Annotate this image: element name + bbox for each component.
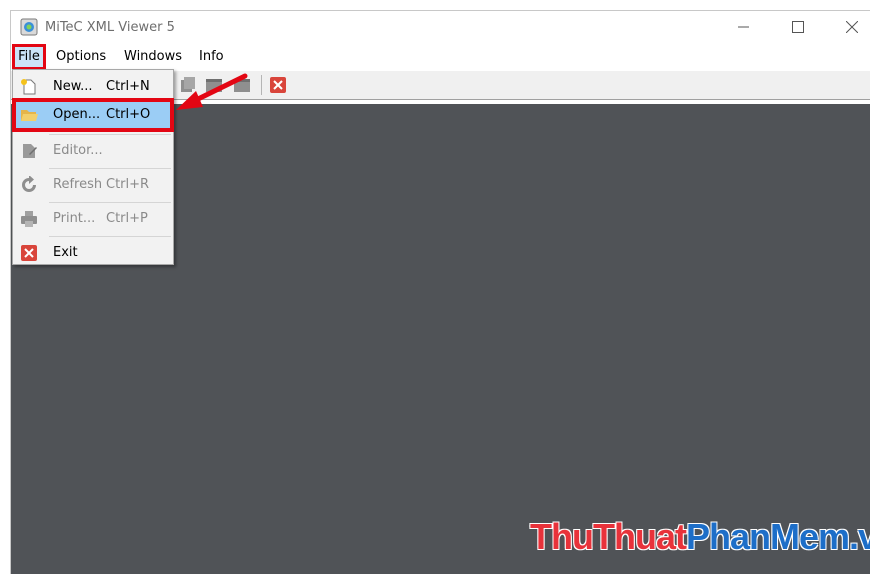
menu-info[interactable]: Info — [196, 48, 227, 66]
app-icon — [20, 18, 38, 36]
watermark-part1: ThuThuat — [530, 516, 687, 557]
menu-item-shortcut: Ctrl+P — [106, 211, 148, 226]
new-file-icon — [21, 79, 36, 95]
printer-icon — [21, 211, 37, 227]
maximize-button[interactable] — [775, 11, 821, 43]
menu-item-shortcut: Ctrl+R — [106, 177, 150, 192]
toolbar-separator — [261, 75, 262, 95]
menu-separator — [49, 236, 171, 237]
menu-item-refresh[interactable]: Refresh Ctrl+R — [15, 170, 171, 200]
exit-icon — [21, 245, 37, 261]
close-icon — [846, 21, 858, 33]
menu-item-exit[interactable]: Exit — [15, 238, 171, 268]
menu-item-open[interactable]: Open... Ctrl+O — [12, 98, 174, 132]
menu-bar: File Options Windows Info — [11, 44, 870, 70]
menu-item-print[interactable]: Print... Ctrl+P — [15, 204, 171, 234]
open-folder-icon — [21, 110, 38, 121]
menu-separator — [49, 134, 171, 135]
menu-item-shortcut: Ctrl+O — [106, 107, 151, 122]
minimize-button[interactable] — [721, 11, 767, 43]
file-menu-dropdown: New... Ctrl+N Open... Ctrl+O Editor... R… — [12, 69, 174, 265]
window-icon[interactable] — [205, 76, 223, 94]
menu-file[interactable]: File — [12, 44, 46, 70]
menu-item-label: New... — [53, 79, 93, 94]
watermark-part2: PhanMem — [685, 516, 850, 557]
menu-item-label: Open... — [53, 107, 101, 122]
menu-item-shortcut: Ctrl+N — [106, 79, 150, 94]
exit-icon[interactable] — [269, 76, 287, 94]
window-title: MiTeC XML Viewer 5 — [45, 20, 175, 35]
menu-item-editor[interactable]: Editor... — [15, 136, 171, 166]
maximize-icon — [792, 21, 804, 33]
menu-windows[interactable]: Windows — [121, 48, 185, 66]
copy-icon[interactable] — [179, 76, 197, 94]
menu-options[interactable]: Options — [53, 48, 109, 66]
app-window: MiTeC XML Viewer 5 File Options Windows … — [10, 10, 870, 574]
close-button[interactable] — [829, 11, 870, 43]
menu-item-label: Print... — [53, 211, 96, 226]
watermark: ThuThuatPhanMem.vn — [530, 516, 870, 558]
menu-item-label: Editor... — [53, 143, 103, 158]
menu-item-label: Refresh — [53, 177, 103, 192]
menu-separator — [49, 202, 171, 203]
tile-icon[interactable] — [233, 76, 251, 94]
minimize-icon — [738, 26, 749, 28]
watermark-part3: .vn — [849, 516, 870, 557]
menu-separator — [49, 168, 171, 169]
menu-item-label: Exit — [53, 245, 78, 260]
editor-icon — [23, 144, 37, 158]
title-bar[interactable]: MiTeC XML Viewer 5 — [11, 11, 870, 44]
refresh-icon — [22, 176, 36, 192]
